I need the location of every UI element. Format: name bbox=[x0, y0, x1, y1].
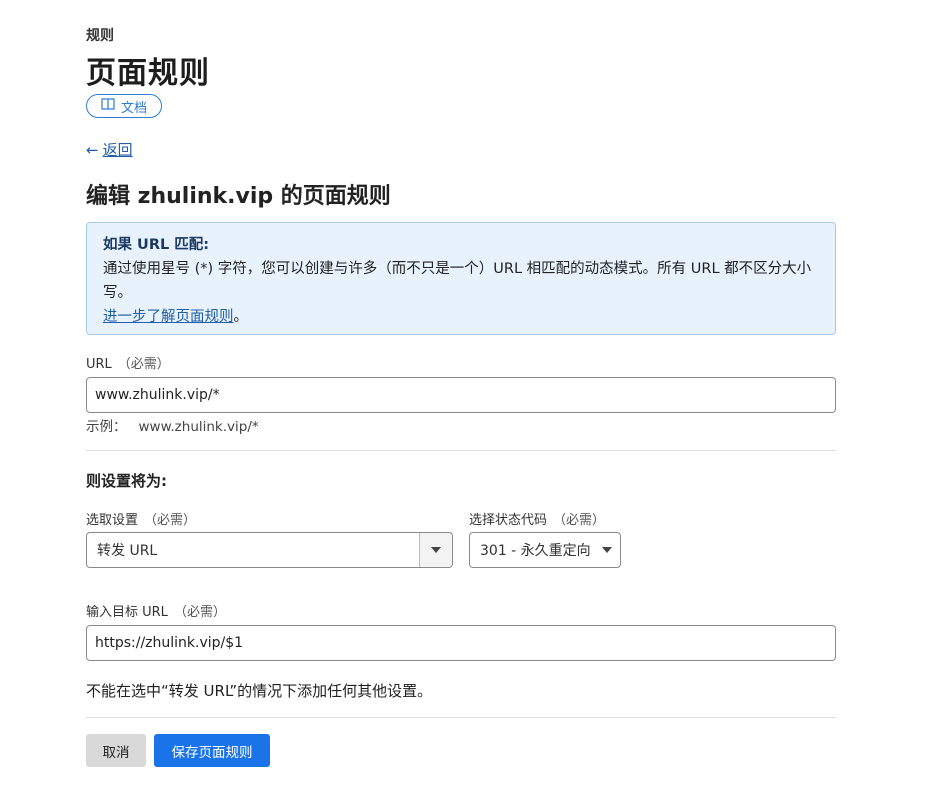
url-label-text: URL bbox=[86, 357, 112, 372]
save-page-rule-button[interactable]: 保存页面规则 bbox=[154, 734, 270, 767]
chevron-down-icon bbox=[431, 547, 441, 553]
status-label: 选择状态代码 （必需） bbox=[469, 509, 605, 528]
url-match-info: 如果 URL 匹配: 通过使用星号 (*) 字符，您可以创建与许多（而不只是一个… bbox=[86, 222, 836, 335]
settings-title: 则设置将为: bbox=[86, 472, 167, 490]
setting-label: 选取设置 （必需） bbox=[86, 509, 196, 528]
setting-label-text: 选取设置 bbox=[86, 513, 139, 528]
target-label-text: 输入目标 URL bbox=[86, 605, 168, 620]
back-label: 返回 bbox=[102, 141, 133, 159]
hint-prefix: 示例： bbox=[86, 419, 127, 435]
docs-button[interactable]: 文档 bbox=[86, 94, 163, 118]
hint-example: www.zhulink.vip/* bbox=[138, 419, 259, 435]
forward-note: 不能在选中“转发 URL”的情况下添加任何其他设置。 bbox=[86, 682, 433, 700]
info-link-suffix: 。 bbox=[233, 309, 249, 325]
info-body: 通过使用星号 (*) 字符，您可以创建与许多（而不只是一个）URL 相匹配的动态… bbox=[103, 261, 812, 301]
status-chevron bbox=[594, 547, 620, 553]
target-required: （必需） bbox=[173, 605, 226, 620]
page-title: 页面规则 bbox=[86, 56, 210, 91]
url-hint: 示例： www.zhulink.vip/* bbox=[86, 415, 259, 435]
status-label-text: 选择状态代码 bbox=[469, 513, 548, 528]
url-input[interactable] bbox=[86, 377, 836, 413]
setting-select-value: 转发 URL bbox=[97, 543, 158, 559]
target-url-label: 输入目标 URL （必需） bbox=[86, 601, 226, 620]
status-required: （必需） bbox=[553, 513, 606, 528]
edit-title: 编辑 zhulink.vip 的页面规则 bbox=[86, 184, 391, 209]
url-label: URL （必需） bbox=[86, 353, 170, 372]
divider bbox=[86, 717, 836, 718]
status-code-select[interactable]: 301 - 永久重定向 bbox=[469, 532, 621, 568]
cancel-button[interactable]: 取消 bbox=[86, 734, 146, 767]
info-heading: 如果 URL 匹配: bbox=[103, 237, 210, 253]
arrow-left-icon: ← bbox=[86, 140, 99, 159]
back-link[interactable]: ← 返回 bbox=[86, 139, 133, 160]
url-required: （必需） bbox=[117, 357, 170, 372]
setting-required: （必需） bbox=[144, 513, 197, 528]
divider bbox=[86, 450, 836, 451]
chevron-down-icon bbox=[602, 547, 612, 553]
book-icon bbox=[101, 98, 115, 114]
setting-select-arrow[interactable] bbox=[419, 533, 452, 567]
target-url-input[interactable] bbox=[86, 625, 836, 661]
setting-select[interactable]: 转发 URL bbox=[86, 532, 453, 568]
status-select-value: 301 - 永久重定向 bbox=[480, 543, 591, 559]
breadcrumb[interactable]: 规则 bbox=[86, 25, 114, 45]
learn-more-link[interactable]: 进一步了解页面规则 bbox=[103, 309, 234, 325]
docs-label: 文档 bbox=[121, 100, 148, 116]
